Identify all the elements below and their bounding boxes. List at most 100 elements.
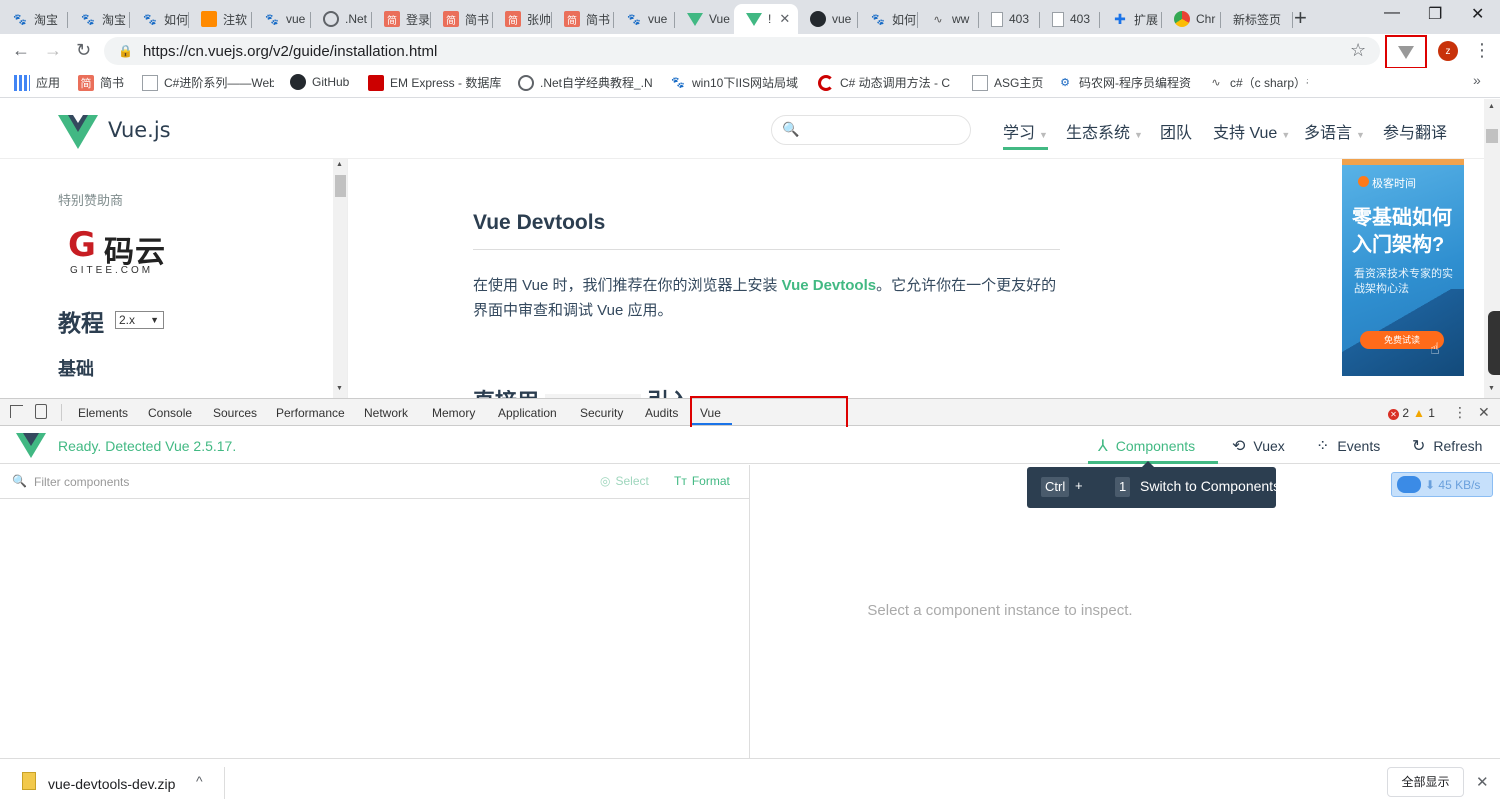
devtools-tab-network[interactable]: Network (364, 406, 408, 420)
site-nav-3[interactable]: 团队 (1160, 119, 1192, 143)
download-options-icon[interactable]: ^ (196, 773, 203, 789)
forward-icon[interactable]: → (44, 40, 62, 61)
devtools-tab-audits[interactable]: Audits (645, 406, 678, 420)
site-nav-5[interactable]: 多语言 ▼ (1304, 119, 1365, 143)
vue-nav-label: Components (1115, 438, 1196, 454)
bookmark-item[interactable]: C# 动态调用方法 - C (818, 74, 960, 91)
vue-nav-vuex[interactable]: ⟲ Vuex (1232, 436, 1285, 456)
browser-tab[interactable]: 简简书 (431, 4, 493, 34)
bookmark-item[interactable]: C#进阶系列——Web (142, 74, 274, 91)
vue-nav-events[interactable]: ⁘ Events (1316, 436, 1380, 456)
devtools-tab-elements[interactable]: Elements (78, 406, 128, 420)
vue-logo-icon[interactable] (58, 115, 98, 149)
network-speed-widget[interactable]: ⬇ 45 KB/s (1391, 472, 1493, 497)
bookmarks-overflow-icon[interactable]: » (1473, 72, 1481, 88)
browser-tab[interactable]: 简登录 (372, 4, 431, 34)
scroll-down-icon[interactable]: ▼ (336, 385, 343, 392)
floating-side-handle[interactable] (1488, 311, 1500, 375)
vue-devtools-link[interactable]: Vue Devtools (782, 277, 876, 294)
ad-brand: 极客时间 (1372, 178, 1416, 190)
site-nav-1[interactable]: 学习 ▼ (1003, 119, 1048, 150)
bookmark-item[interactable]: ⚙ 码农网-程序员编程资 (1057, 74, 1197, 91)
address-bar[interactable]: 🔒 https://cn.vuejs.org/v2/guide/installa… (104, 37, 1380, 65)
ad-banner[interactable]: 极客时间 零基础如何入门架构? 看资深技术专家的实战架构心法 免费试读 ☝ (1342, 159, 1464, 376)
site-nav-label: 多语言 (1304, 125, 1353, 142)
site-title[interactable]: Vue.js (108, 118, 171, 142)
browser-tab[interactable]: 简简书 (552, 4, 614, 34)
bookmark-item[interactable]: .Net自学经典教程_.N (518, 74, 664, 91)
sidebar-scroll-thumb[interactable] (335, 175, 346, 197)
bookmark-item[interactable]: ∿ c#（c sharp）书籍推 (1208, 74, 1308, 91)
new-tab-button[interactable]: + (1294, 5, 1307, 31)
site-nav-2[interactable]: 生态系统 ▼ (1066, 119, 1143, 143)
bookmark-item[interactable]: 应用 (14, 74, 69, 91)
jianshu-icon: 简 (505, 11, 521, 27)
devtools-tab-performance[interactable]: Performance (276, 406, 345, 420)
chrome-menu-icon[interactable]: ⋮ (1473, 40, 1491, 61)
browser-tab[interactable]: Chr (1162, 4, 1221, 34)
browser-tab[interactable]: Vue (675, 4, 734, 34)
back-icon[interactable]: ← (12, 40, 30, 61)
devtools-tab-console[interactable]: Console (148, 406, 192, 420)
select-component-button[interactable]: ◎ Select (600, 474, 649, 488)
download-filename[interactable]: vue-devtools-dev.zip (48, 776, 175, 792)
bookmark-item[interactable]: 🐾 win10下IIS网站局域 (670, 74, 808, 91)
close-shelf-icon[interactable]: ✕ (1476, 773, 1489, 791)
devtools-close-icon[interactable]: ✕ (1478, 404, 1490, 421)
page-scroll-up-icon[interactable]: ▲ (1488, 103, 1495, 110)
browser-tab[interactable]: 🐾 如何 (130, 4, 189, 34)
inspect-element-icon[interactable] (10, 405, 23, 418)
browser-tab[interactable]: 新标签页 (1221, 4, 1293, 34)
github-icon (290, 74, 306, 90)
browser-tab[interactable]: 🐾 淘宝 (0, 4, 68, 34)
site-nav-6[interactable]: 参与翻译 (1383, 119, 1447, 143)
format-button[interactable]: Tт Format (674, 474, 730, 488)
page-scroll-thumb[interactable] (1486, 129, 1498, 143)
browser-tab[interactable]: 403 (1040, 4, 1100, 34)
browser-tab[interactable]: ∿ ww (918, 4, 979, 34)
devtools-menu-icon[interactable]: ⋮ (1453, 404, 1467, 421)
vue-nav-refresh[interactable]: ↻ Refresh (1412, 436, 1482, 456)
devtools-tab-application[interactable]: Application (498, 406, 557, 420)
browser-toolbar: ← → ↻ 🔒 https://cn.vuejs.org/v2/guide/in… (0, 34, 1500, 69)
bookmark-star-icon[interactable]: ☆ (1350, 40, 1366, 61)
gitee-sponsor-logo[interactable]: G 码云 GITEE.COM (68, 225, 178, 276)
browser-tab[interactable]: 简张帅 (493, 4, 552, 34)
page-scroll-down-icon[interactable]: ▼ (1488, 385, 1495, 392)
browser-tab[interactable]: vue (798, 4, 858, 34)
site-search-input[interactable]: 🔍 (771, 115, 971, 145)
tab-close-icon[interactable]: ✕ (779, 11, 790, 27)
vue-nav-components[interactable]: ⅄ Components (1098, 436, 1195, 456)
bookmark-item[interactable]: GitHub (290, 74, 360, 90)
bookmark-item[interactable]: EM Express - 数据库 (368, 74, 508, 91)
browser-tab[interactable]: 403 (979, 4, 1040, 34)
browser-tab[interactable]: 🐾 如何 (858, 4, 918, 34)
scroll-up-icon[interactable]: ▲ (336, 161, 343, 168)
browser-tab[interactable]: .Net (311, 4, 372, 34)
devtools-tab-security[interactable]: Security (580, 406, 623, 420)
bookmark-item[interactable]: ASG主页 (972, 74, 1048, 91)
browser-tab[interactable]: ! ✕ (734, 4, 798, 34)
tab-title: 张帅 (527, 12, 552, 27)
profile-avatar[interactable]: z (1438, 41, 1458, 61)
minimize-icon[interactable]: — (1384, 4, 1400, 22)
browser-tab[interactable]: 🐾 vue (614, 4, 675, 34)
show-all-downloads-button[interactable]: 全部显示 (1387, 767, 1464, 797)
lock-icon: 🔒 (118, 44, 133, 58)
browser-tab[interactable]: 注软 (189, 4, 252, 34)
browser-tab[interactable]: 🐾 淘宝 (68, 4, 130, 34)
close-window-icon[interactable]: ✕ (1471, 4, 1484, 24)
filter-components-input[interactable] (34, 473, 334, 491)
vue-devtools-extension-button[interactable] (1385, 35, 1427, 69)
restore-icon[interactable]: ❐ (1428, 4, 1442, 24)
devtools-tab-memory[interactable]: Memory (432, 406, 475, 420)
browser-tab[interactable]: 🐾 vue (252, 4, 311, 34)
version-select[interactable]: 2.x ▼ (115, 311, 164, 329)
site-nav-4[interactable]: 支持 Vue ▼ (1213, 119, 1290, 143)
devtools-tab-sources[interactable]: Sources (213, 406, 257, 420)
reload-icon[interactable]: ↻ (76, 40, 91, 61)
device-toolbar-icon[interactable] (35, 404, 47, 419)
browser-tab[interactable]: ✚ 扩展 (1100, 4, 1162, 34)
bookmark-item[interactable]: 简简书 (78, 74, 134, 91)
console-counts[interactable]: ✕ 2 ▲ 1 (1388, 406, 1435, 420)
